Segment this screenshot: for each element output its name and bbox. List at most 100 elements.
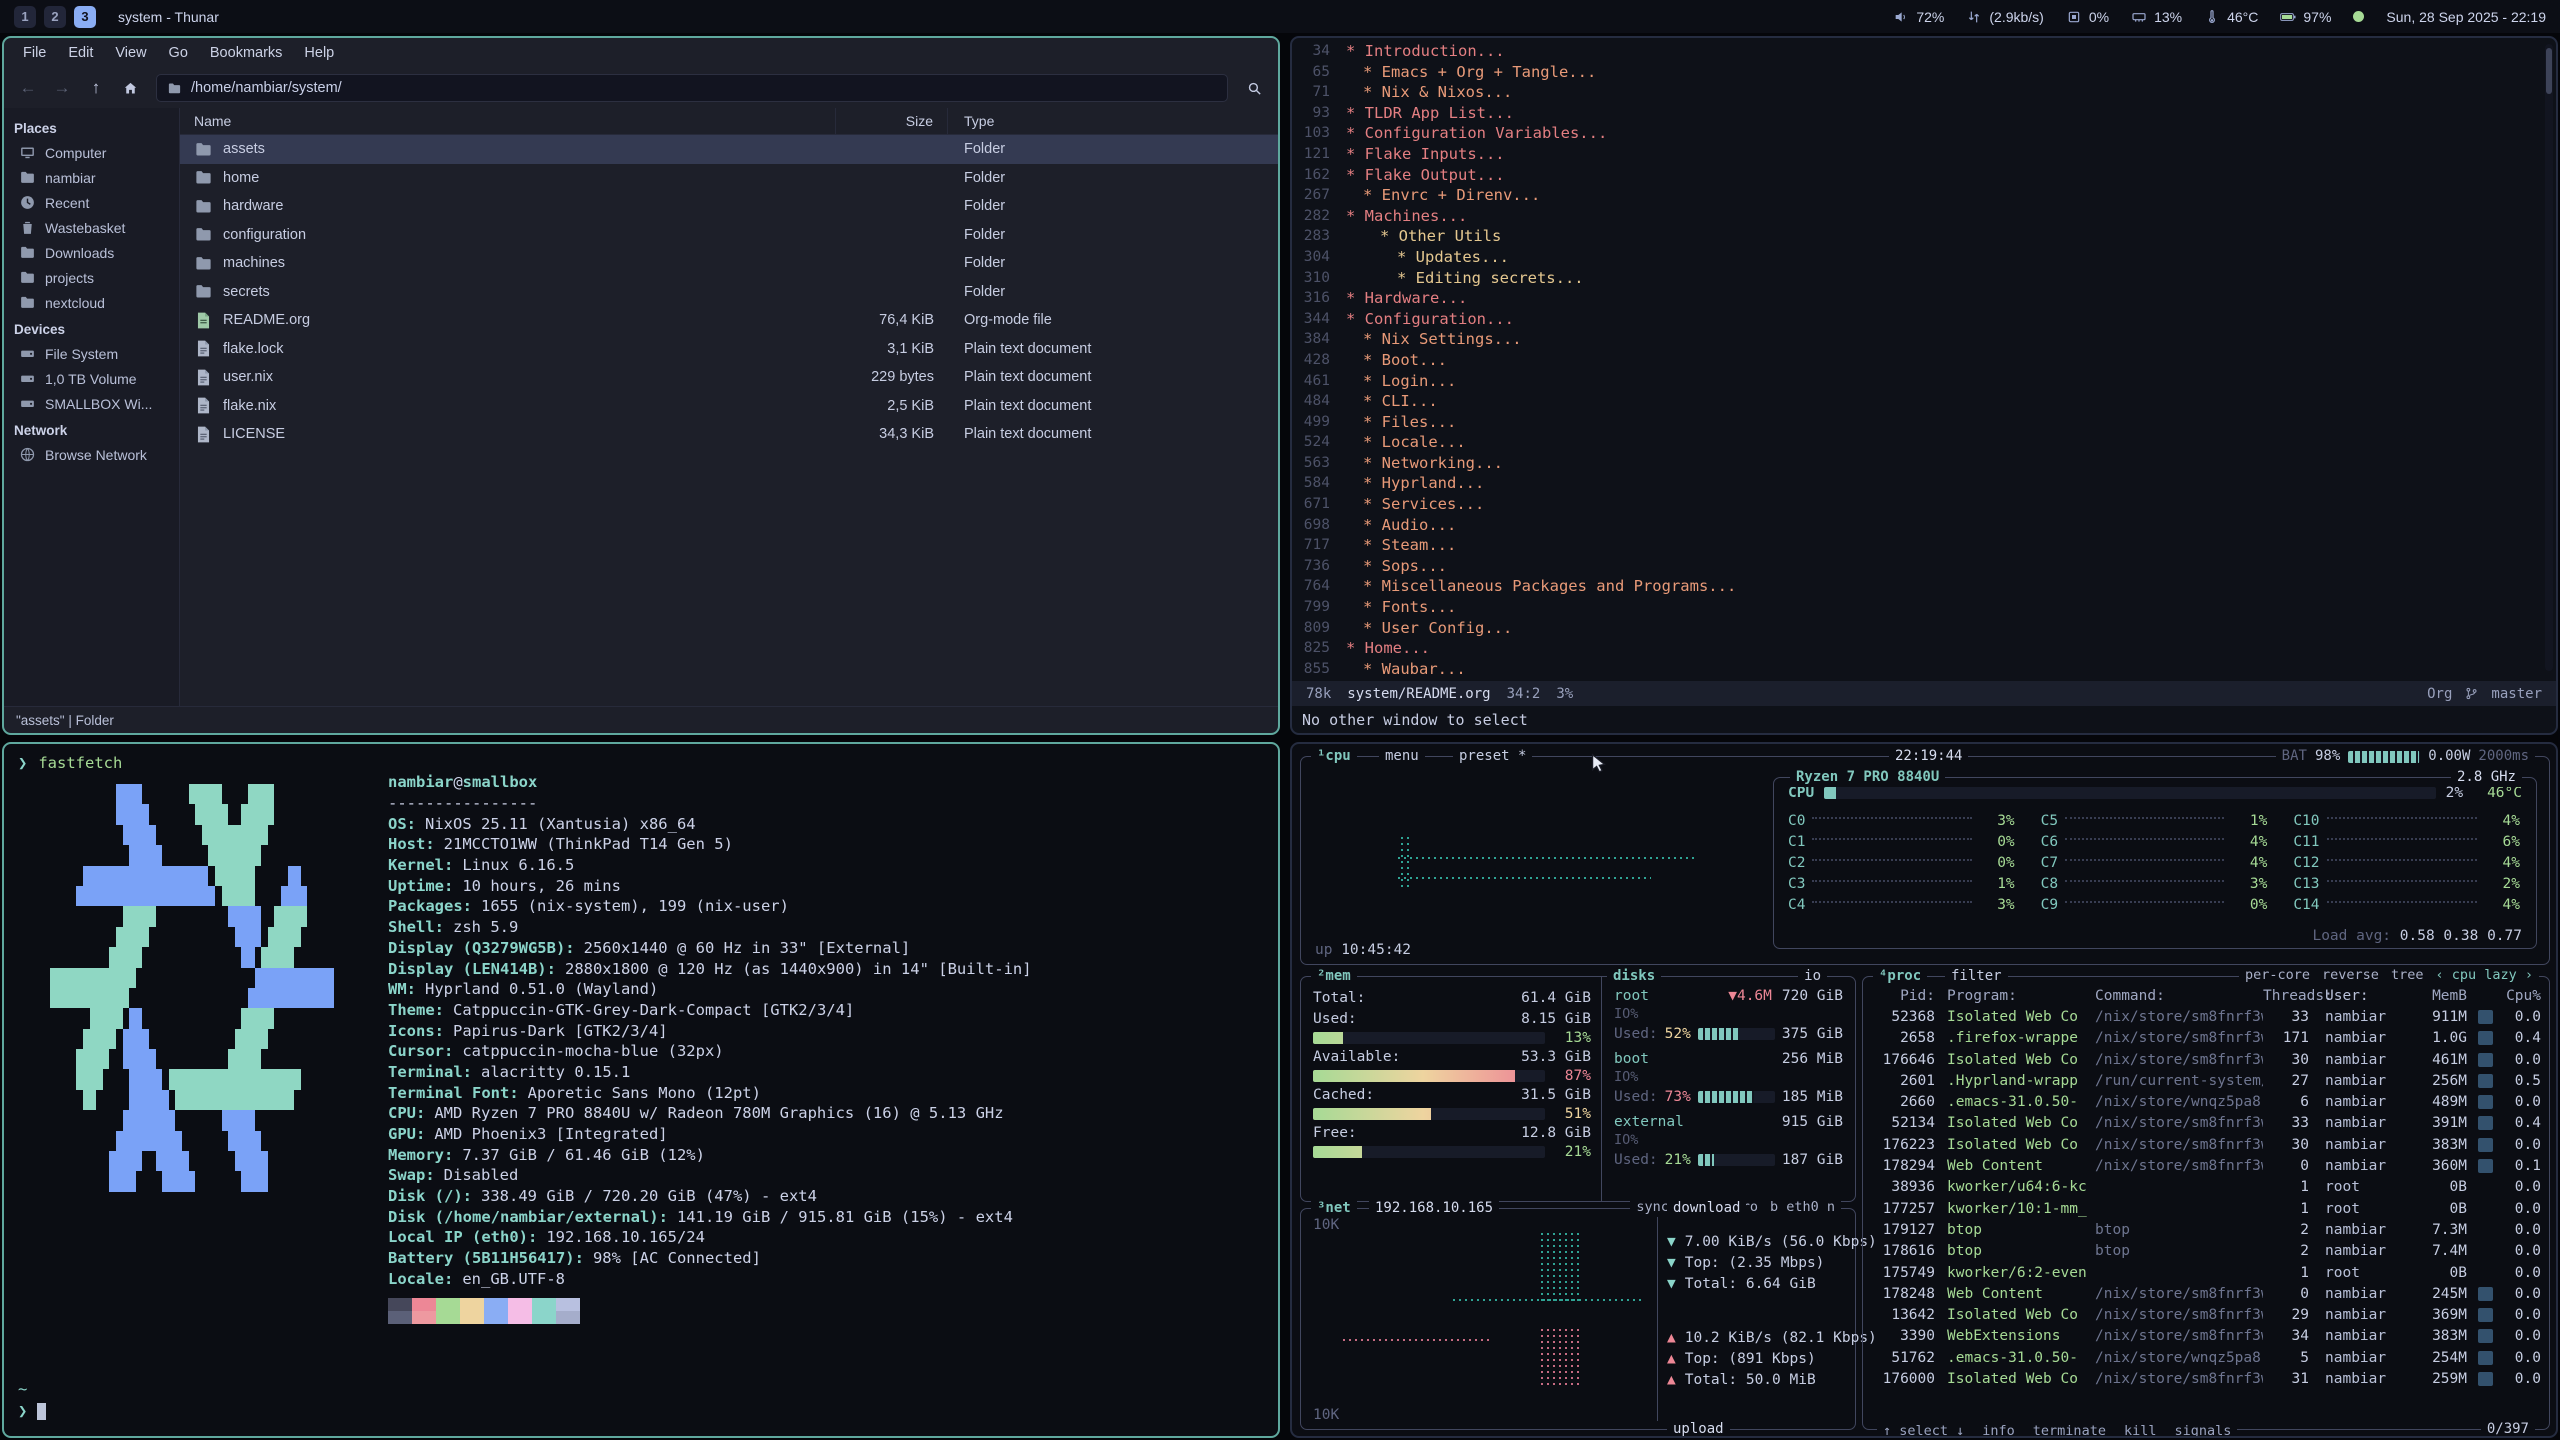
process-row[interactable]: 178248 Web Content /nix/store/sm8fnrf3wp… xyxy=(1871,1283,2541,1304)
shell-prompt[interactable]: ❯ xyxy=(18,1402,46,1420)
process-row[interactable]: 178616 btop btop 2 nambiar 7.4M 0.0 xyxy=(1871,1241,2541,1262)
network-toggle[interactable]: b eth0 n xyxy=(1770,1199,1835,1215)
file-row[interactable]: README.org 76,4 KiB Org-mode file xyxy=(180,306,1278,335)
column-header-name[interactable]: Name xyxy=(180,108,836,134)
org-heading-line[interactable]: 121 * Flake Inputs... xyxy=(1292,144,2556,165)
battery-module[interactable]: 97% xyxy=(2280,9,2331,25)
sidebar-item[interactable]: Downloads xyxy=(4,240,179,265)
column-header-size[interactable]: Size xyxy=(836,108,948,134)
org-heading-line[interactable]: 283 * Other Utils xyxy=(1292,226,2556,247)
org-heading-line[interactable]: 799 * Fonts... xyxy=(1292,597,2556,618)
org-heading-line[interactable]: 484 * CLI... xyxy=(1292,391,2556,412)
up-button[interactable]: ↑ xyxy=(80,74,112,102)
scrollbar[interactable] xyxy=(2545,44,2553,671)
file-row[interactable]: assets Folder xyxy=(180,135,1278,164)
file-row[interactable]: flake.nix 2,5 KiB Plain text document xyxy=(180,392,1278,421)
org-heading-line[interactable]: 499 * Files... xyxy=(1292,412,2556,433)
column-header-type[interactable]: Type xyxy=(948,108,1278,134)
org-heading-line[interactable]: 855 * Waubar... xyxy=(1292,659,2556,680)
sort-selector[interactable]: ‹ cpu lazy › xyxy=(2435,967,2533,983)
org-heading-line[interactable]: 282 * Machines... xyxy=(1292,206,2556,227)
network-module[interactable]: (2.9kb/s) xyxy=(1966,9,2043,25)
menu-item[interactable]: Help xyxy=(293,42,345,64)
org-heading-line[interactable]: 524 * Locale... xyxy=(1292,432,2556,453)
org-heading-line[interactable]: 65 * Emacs + Org + Tangle... xyxy=(1292,62,2556,83)
workspace-button[interactable]: 1 xyxy=(14,6,36,28)
reverse-toggle[interactable]: reverse xyxy=(2322,967,2379,983)
org-heading-line[interactable]: 316 * Hardware... xyxy=(1292,288,2556,309)
org-heading-line[interactable]: 93 * TLDR App List... xyxy=(1292,103,2556,124)
menu-button[interactable]: menu xyxy=(1379,747,1425,766)
process-row[interactable]: 176000 Isolated Web Co /nix/store/sm8fnr… xyxy=(1871,1368,2541,1389)
org-heading-line[interactable]: 428 * Boot... xyxy=(1292,350,2556,371)
terminal-window[interactable]: ❯ fastfetch nambiar@smallbox -----------… xyxy=(2,742,1280,1438)
process-row[interactable]: 2658 .firefox-wrappe /nix/store/sm8fnrf3… xyxy=(1871,1028,2541,1049)
process-row[interactable]: 3390 WebExtensions /nix/store/sm8fnrf3wp… xyxy=(1871,1326,2541,1347)
org-heading-line[interactable]: 162 * Flake Output... xyxy=(1292,165,2556,186)
volume-module[interactable]: 72% xyxy=(1893,9,1944,25)
org-heading-line[interactable]: 736 * Sops... xyxy=(1292,556,2556,577)
filter-button[interactable]: filter xyxy=(1945,967,2008,986)
emacs-buffer[interactable]: 34 * Introduction... 65 * Emacs + Org + … xyxy=(1292,38,2556,681)
process-row[interactable]: 179127 btop btop 2 nambiar 7.3M 0.0 xyxy=(1871,1219,2541,1240)
process-row[interactable]: 177257 kworker/10:1-mm_ 1 root 0B 0.0 xyxy=(1871,1198,2541,1219)
org-heading-line[interactable]: 103 * Configuration Variables... xyxy=(1292,123,2556,144)
sidebar-item[interactable]: Wastebasket xyxy=(4,215,179,240)
process-row[interactable]: 178294 Web Content /nix/store/sm8fnrf3wp… xyxy=(1871,1155,2541,1176)
per-core-toggle[interactable]: per-core xyxy=(2245,967,2310,983)
sidebar-item[interactable]: Computer xyxy=(4,140,179,165)
sidebar-item[interactable]: 1,0 TB Volume xyxy=(4,366,179,391)
org-heading-line[interactable]: 563 * Networking... xyxy=(1292,453,2556,474)
process-header-row[interactable]: Pid: Program: Command: Threads: User: Me… xyxy=(1871,985,2541,1006)
process-row[interactable]: 175749 kworker/6:2-even 1 root 0B 0.0 xyxy=(1871,1262,2541,1283)
process-action[interactable]: ↑ select ↓ xyxy=(1883,1423,1964,1438)
file-row[interactable]: user.nix 229 bytes Plain text document xyxy=(180,363,1278,392)
network-toggle[interactable]: sync xyxy=(1636,1199,1669,1215)
workspace-button[interactable]: 2 xyxy=(44,6,66,28)
process-action[interactable]: terminate xyxy=(2033,1423,2106,1438)
org-heading-line[interactable]: 698 * Audio... xyxy=(1292,515,2556,536)
workspace-button[interactable]: 3 xyxy=(74,6,96,28)
clock-module[interactable]: Sun, 28 Sep 2025 - 22:19 xyxy=(2386,9,2546,25)
process-row[interactable]: 52134 Isolated Web Co /nix/store/sm8fnrf… xyxy=(1871,1113,2541,1134)
process-row[interactable]: 2660 .emacs-31.0.50- /nix/store/wnqz5pa8… xyxy=(1871,1091,2541,1112)
temperature-module[interactable]: 46°C xyxy=(2204,9,2258,25)
path-bar[interactable]: /home/nambiar/system/ xyxy=(156,74,1228,102)
sidebar-item[interactable]: Browse Network xyxy=(4,442,179,467)
org-heading-line[interactable]: 304 * Updates... xyxy=(1292,247,2556,268)
search-button[interactable] xyxy=(1238,74,1270,102)
process-row[interactable]: 38936 kworker/u64:6-kc 1 root 0B 0.0 xyxy=(1871,1177,2541,1198)
file-row[interactable]: configuration Folder xyxy=(180,221,1278,250)
process-row[interactable]: 2601 .Hyprland-wrapp /run/current-system… xyxy=(1871,1070,2541,1091)
menu-item[interactable]: Edit xyxy=(57,42,104,64)
org-heading-line[interactable]: 34 * Introduction... xyxy=(1292,41,2556,62)
menu-item[interactable]: View xyxy=(104,42,157,64)
file-row[interactable]: LICENSE 34,3 KiB Plain text document xyxy=(180,420,1278,449)
org-heading-line[interactable]: 584 * Hyprland... xyxy=(1292,473,2556,494)
org-heading-line[interactable]: 267 * Envrc + Direnv... xyxy=(1292,185,2556,206)
org-heading-line[interactable]: 809 * User Config... xyxy=(1292,618,2556,639)
cpu-module[interactable]: 0% xyxy=(2066,9,2109,25)
process-row[interactable]: 176223 Isolated Web Co /nix/store/sm8fnr… xyxy=(1871,1134,2541,1155)
file-row[interactable]: hardware Folder xyxy=(180,192,1278,221)
status-dot-icon[interactable] xyxy=(2353,11,2364,22)
back-button[interactable]: ← xyxy=(12,74,44,102)
org-heading-line[interactable]: 344 * Configuration... xyxy=(1292,309,2556,330)
org-heading-line[interactable]: 384 * Nix Settings... xyxy=(1292,329,2556,350)
file-row[interactable]: home Folder xyxy=(180,164,1278,193)
menu-item[interactable]: File xyxy=(12,42,57,64)
org-heading-line[interactable]: 461 * Login... xyxy=(1292,371,2556,392)
sidebar-item[interactable]: Recent xyxy=(4,190,179,215)
file-row[interactable]: machines Folder xyxy=(180,249,1278,278)
org-heading-line[interactable]: 717 * Steam... xyxy=(1292,535,2556,556)
scrollbar-thumb[interactable] xyxy=(2546,48,2552,94)
memory-module[interactable]: 13% xyxy=(2131,9,2182,25)
sidebar-item[interactable]: nambiar xyxy=(4,165,179,190)
process-row[interactable]: 176646 Isolated Web Co /nix/store/sm8fnr… xyxy=(1871,1049,2541,1070)
file-row[interactable]: flake.lock 3,1 KiB Plain text document xyxy=(180,335,1278,364)
process-action[interactable]: info xyxy=(1982,1423,2015,1438)
sidebar-item[interactable]: nextcloud xyxy=(4,290,179,315)
file-row[interactable]: secrets Folder xyxy=(180,278,1278,307)
process-row[interactable]: 52368 Isolated Web Co /nix/store/sm8fnrf… xyxy=(1871,1006,2541,1027)
home-button[interactable] xyxy=(114,74,146,102)
